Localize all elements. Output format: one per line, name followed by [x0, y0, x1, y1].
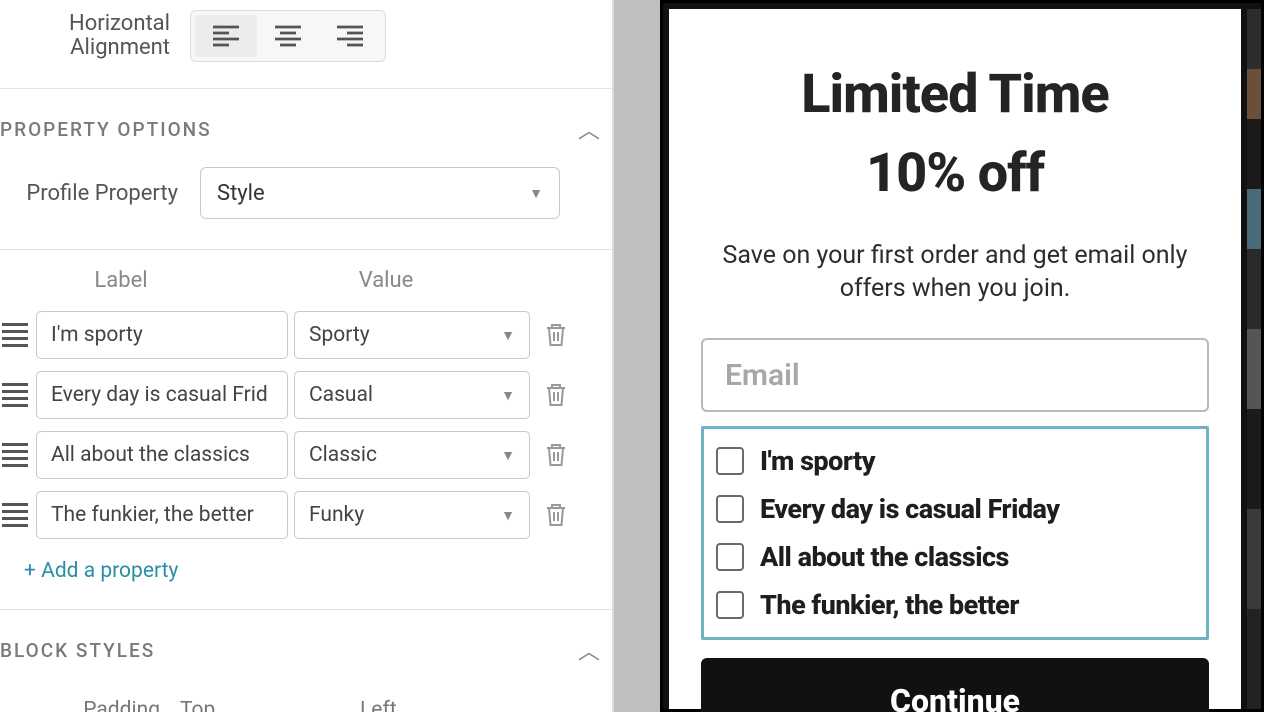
hero-subtitle: Save on your first order and get email o…	[701, 239, 1209, 307]
caret-down-icon: ▼	[501, 447, 515, 464]
checkbox-item[interactable]: All about the classics	[716, 541, 1194, 573]
label-input[interactable]: I'm sporty	[36, 311, 288, 359]
value-select[interactable]: Classic ▼	[294, 431, 530, 479]
preview-content: Limited Time 10% off Save on your first …	[669, 9, 1241, 709]
property-row: Every day is casual Frid Casual ▼	[0, 365, 612, 425]
checkbox-group: I'm sporty Every day is casual Friday Al…	[701, 426, 1209, 640]
checkbox-label: I'm sporty	[760, 445, 875, 477]
caret-down-icon: ▼	[501, 327, 515, 344]
preview-image-strip	[1247, 9, 1261, 709]
align-left-button[interactable]	[195, 15, 257, 57]
delete-button[interactable]	[542, 381, 570, 409]
checkbox-item[interactable]: Every day is casual Friday	[716, 493, 1194, 525]
column-header-value: Value	[266, 268, 506, 293]
profile-property-row: Profile Property Style ▼	[0, 167, 612, 249]
align-right-button[interactable]	[319, 15, 381, 57]
caret-down-icon: ▼	[501, 387, 515, 404]
drag-handle-icon[interactable]	[0, 383, 30, 407]
delete-button[interactable]	[542, 321, 570, 349]
checkbox-label: Every day is casual Friday	[760, 493, 1060, 525]
chevron-up-icon: ︿	[578, 634, 602, 666]
property-options-title: PROPERTY OPTIONS	[0, 118, 212, 141]
align-right-icon	[335, 23, 365, 49]
label-input[interactable]: All about the classics	[36, 431, 288, 479]
property-row: All about the classics Classic ▼	[0, 425, 612, 485]
label-value-headers: Label Value	[0, 250, 612, 305]
align-center-button[interactable]	[257, 15, 319, 57]
add-property-link[interactable]: + Add a property	[0, 545, 612, 609]
hero-title: Limited Time	[701, 67, 1209, 124]
trash-icon	[544, 382, 568, 408]
checkbox-label: All about the classics	[760, 541, 1009, 573]
property-options-header[interactable]: PROPERTY OPTIONS ︿	[0, 89, 612, 167]
checkbox-item[interactable]: I'm sporty	[716, 445, 1194, 477]
settings-panel: Horizontal Alignment	[0, 0, 614, 712]
align-center-icon	[273, 23, 303, 49]
continue-label: Continue	[890, 682, 1020, 712]
padding-top-label: Top	[180, 698, 280, 712]
trash-icon	[544, 442, 568, 468]
horizontal-alignment-row: Horizontal Alignment	[0, 0, 612, 88]
checkbox-item[interactable]: The funkier, the better	[716, 589, 1194, 621]
value-select[interactable]: Casual ▼	[294, 371, 530, 419]
profile-property-value: Style	[217, 181, 265, 206]
email-input[interactable]: Email	[701, 338, 1209, 412]
delete-button[interactable]	[542, 441, 570, 469]
checkbox-icon[interactable]	[716, 591, 744, 619]
drag-handle-icon[interactable]	[0, 323, 30, 347]
checkbox-label: The funkier, the better	[760, 589, 1019, 621]
align-left-icon	[211, 23, 241, 49]
hero-discount: 10% off	[701, 142, 1209, 205]
profile-property-label: Profile Property	[0, 181, 200, 206]
value-select[interactable]: Sporty ▼	[294, 311, 530, 359]
chevron-up-icon: ︿	[578, 113, 602, 145]
horizontal-alignment-label: Horizontal Alignment	[0, 12, 190, 60]
checkbox-icon[interactable]	[716, 495, 744, 523]
email-placeholder: Email	[725, 358, 800, 393]
continue-button[interactable]: Continue	[701, 658, 1209, 712]
trash-icon	[544, 502, 568, 528]
column-header-label: Label	[36, 268, 206, 293]
block-styles-header[interactable]: BLOCK STYLES ︿	[0, 610, 612, 688]
label-input[interactable]: Every day is casual Frid	[36, 371, 288, 419]
trash-icon	[544, 322, 568, 348]
preview-popup: Limited Time 10% off Save on your first …	[660, 0, 1264, 712]
checkbox-icon[interactable]	[716, 543, 744, 571]
preview-area: Limited Time 10% off Save on your first …	[614, 0, 1264, 712]
padding-row: Padding Top Left	[0, 688, 612, 712]
block-styles-title: BLOCK STYLES	[0, 639, 155, 662]
padding-label: Padding	[0, 698, 180, 712]
padding-left-label: Left	[360, 698, 397, 712]
alignment-segmented-control	[190, 10, 386, 62]
label-input[interactable]: The funkier, the better	[36, 491, 288, 539]
profile-property-select[interactable]: Style ▼	[200, 167, 560, 219]
checkbox-icon[interactable]	[716, 447, 744, 475]
drag-handle-icon[interactable]	[0, 443, 30, 467]
drag-handle-icon[interactable]	[0, 503, 30, 527]
label-line-2: Alignment	[0, 36, 170, 60]
property-row: I'm sporty Sporty ▼	[0, 305, 612, 365]
delete-button[interactable]	[542, 501, 570, 529]
caret-down-icon: ▼	[529, 185, 543, 202]
property-row: The funkier, the better Funky ▼	[0, 485, 612, 545]
label-line-1: Horizontal	[0, 12, 170, 36]
caret-down-icon: ▼	[501, 507, 515, 524]
value-select[interactable]: Funky ▼	[294, 491, 530, 539]
